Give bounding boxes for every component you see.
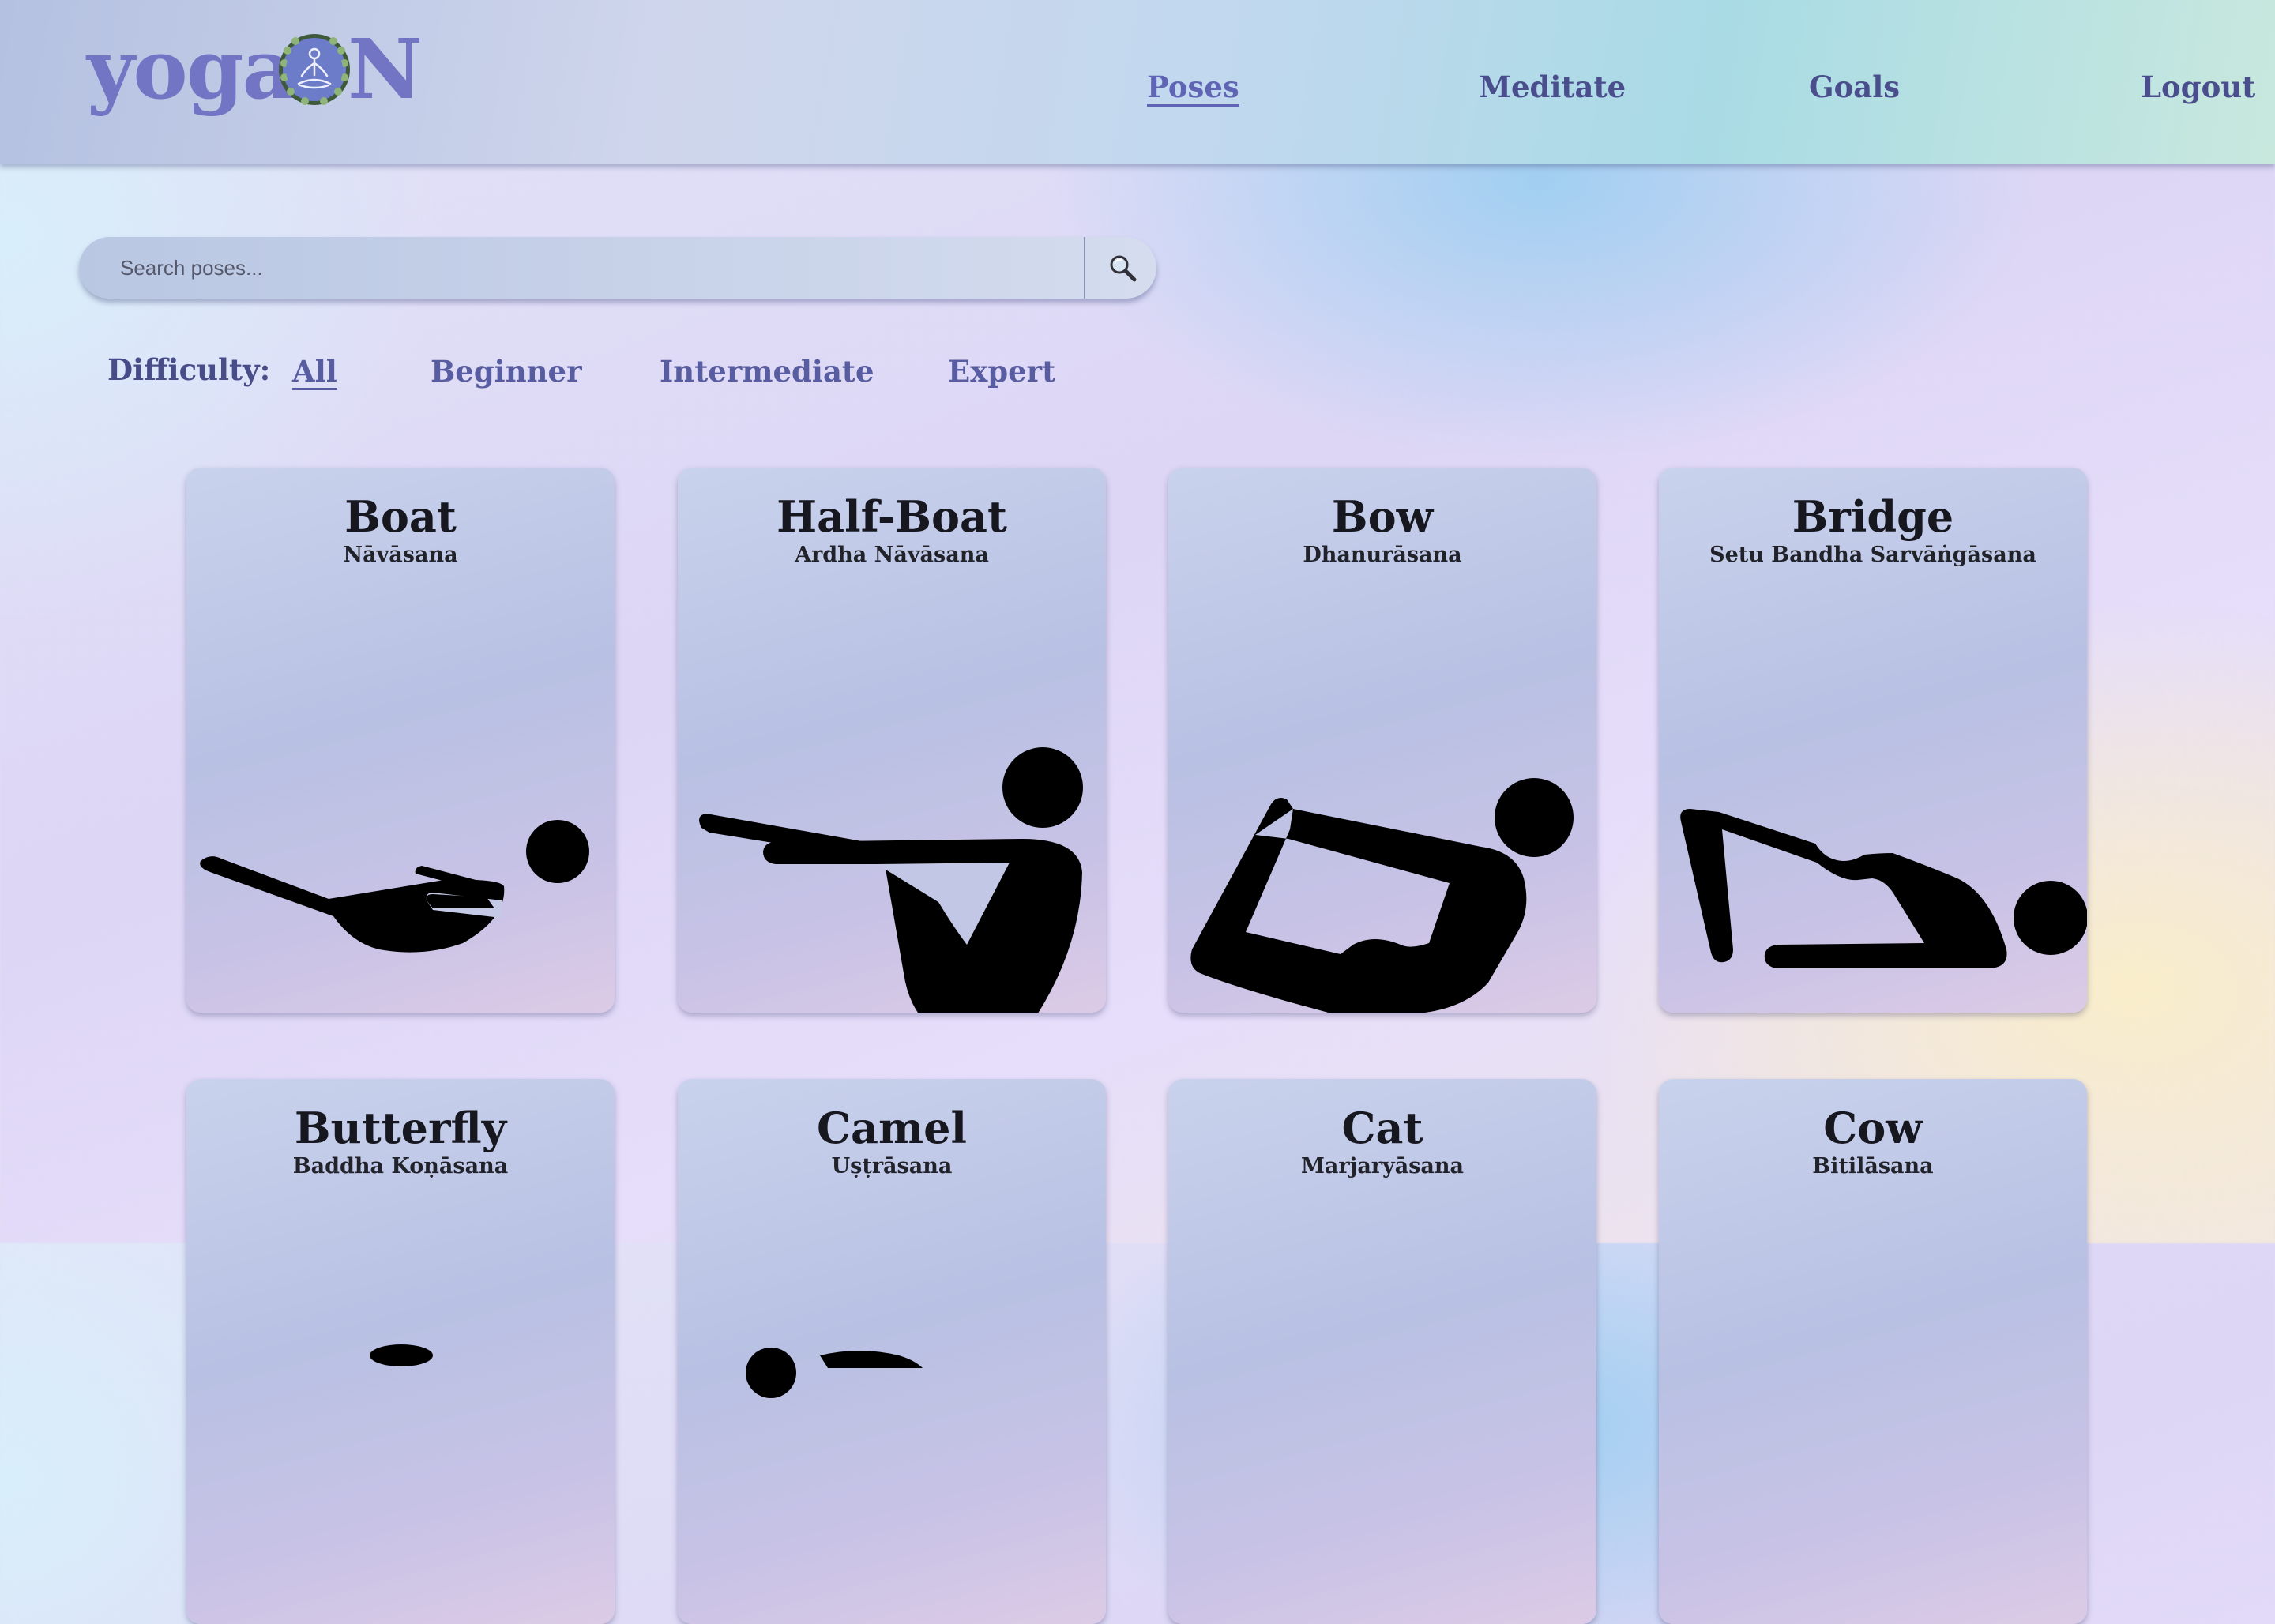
pose-sanskrit: Bitilāsana <box>1812 1154 1934 1179</box>
search-bar <box>79 237 1156 299</box>
pose-name: Cow <box>1823 1103 1923 1153</box>
pose-sanskrit: Uṣṭrāsana <box>831 1154 953 1179</box>
pose-card-camel[interactable]: Camel Uṣṭrāsana <box>678 1079 1106 1624</box>
pose-sanskrit: Ardha Nāvāsana <box>795 543 989 567</box>
pose-card-butterfly[interactable]: Butterfly Baddha Koṇāsana <box>186 1079 615 1624</box>
difficulty-expert[interactable]: Expert <box>948 354 1055 389</box>
pose-card-bridge[interactable]: Bridge Setu Bandha Sarvāṅgāsana <box>1659 468 2087 1013</box>
nav-logout-link[interactable]: Logout <box>2141 70 2255 104</box>
cow-pose-icon <box>1659 1190 2087 1624</box>
pose-card-boat[interactable]: Boat Nāvāsana <box>186 468 615 1013</box>
difficulty-beginner[interactable]: Beginner <box>431 354 582 389</box>
search-button[interactable] <box>1084 237 1156 299</box>
pose-name: Butterfly <box>294 1103 507 1153</box>
search-input[interactable] <box>79 237 1082 299</box>
logo-text-left: yoga <box>87 21 295 118</box>
difficulty-intermediate[interactable]: Intermediate <box>660 354 874 389</box>
difficulty-all[interactable]: All <box>292 354 337 389</box>
pose-card-bow[interactable]: Bow Dhanurāsana <box>1168 468 1596 1013</box>
pose-sanskrit: Nāvāsana <box>343 543 458 567</box>
cat-pose-icon <box>1168 1190 1596 1624</box>
nav-meditate-link[interactable]: Meditate <box>1479 70 1626 104</box>
difficulty-label: Difficulty: <box>107 352 271 387</box>
bridge-pose-icon <box>1680 809 2087 968</box>
pose-name: Boat <box>344 491 457 542</box>
top-navbar: yoga N Poses Meditate Goals Logout <box>0 0 2275 164</box>
half-boat-pose-icon <box>699 747 1083 1013</box>
nav-goals-link[interactable]: Goals <box>1809 70 1900 104</box>
pose-name: Bridge <box>1792 491 1954 542</box>
boat-pose-icon <box>200 820 589 953</box>
pose-card-cow[interactable]: Cow Bitilāsana <box>1659 1079 2087 1624</box>
nav-poses-link[interactable]: Poses <box>1147 70 1239 107</box>
meditation-logo-icon <box>279 34 350 105</box>
pose-name: Camel <box>817 1103 967 1153</box>
camel-pose-icon <box>746 1348 923 1398</box>
pose-card-cat[interactable]: Cat Marjaryāsana <box>1168 1079 1596 1624</box>
pose-sanskrit: Baddha Koṇāsana <box>292 1154 509 1179</box>
bow-pose-icon <box>1190 778 1574 1013</box>
pose-name: Cat <box>1341 1103 1423 1153</box>
pose-sanskrit: Setu Bandha Sarvāṅgāsana <box>1709 543 2036 567</box>
logo-text-right: N <box>348 21 423 118</box>
pose-sanskrit: Marjaryāsana <box>1300 1154 1465 1179</box>
pose-name: Half-Boat <box>777 491 1007 542</box>
pose-sanskrit: Dhanurāsana <box>1303 543 1462 567</box>
butterfly-pose-icon <box>370 1344 433 1366</box>
pose-card-half-boat[interactable]: Half-Boat Ardha Nāvāsana <box>678 468 1106 1013</box>
pose-name: Bow <box>1331 491 1434 542</box>
magnifier-icon <box>1110 255 1137 282</box>
